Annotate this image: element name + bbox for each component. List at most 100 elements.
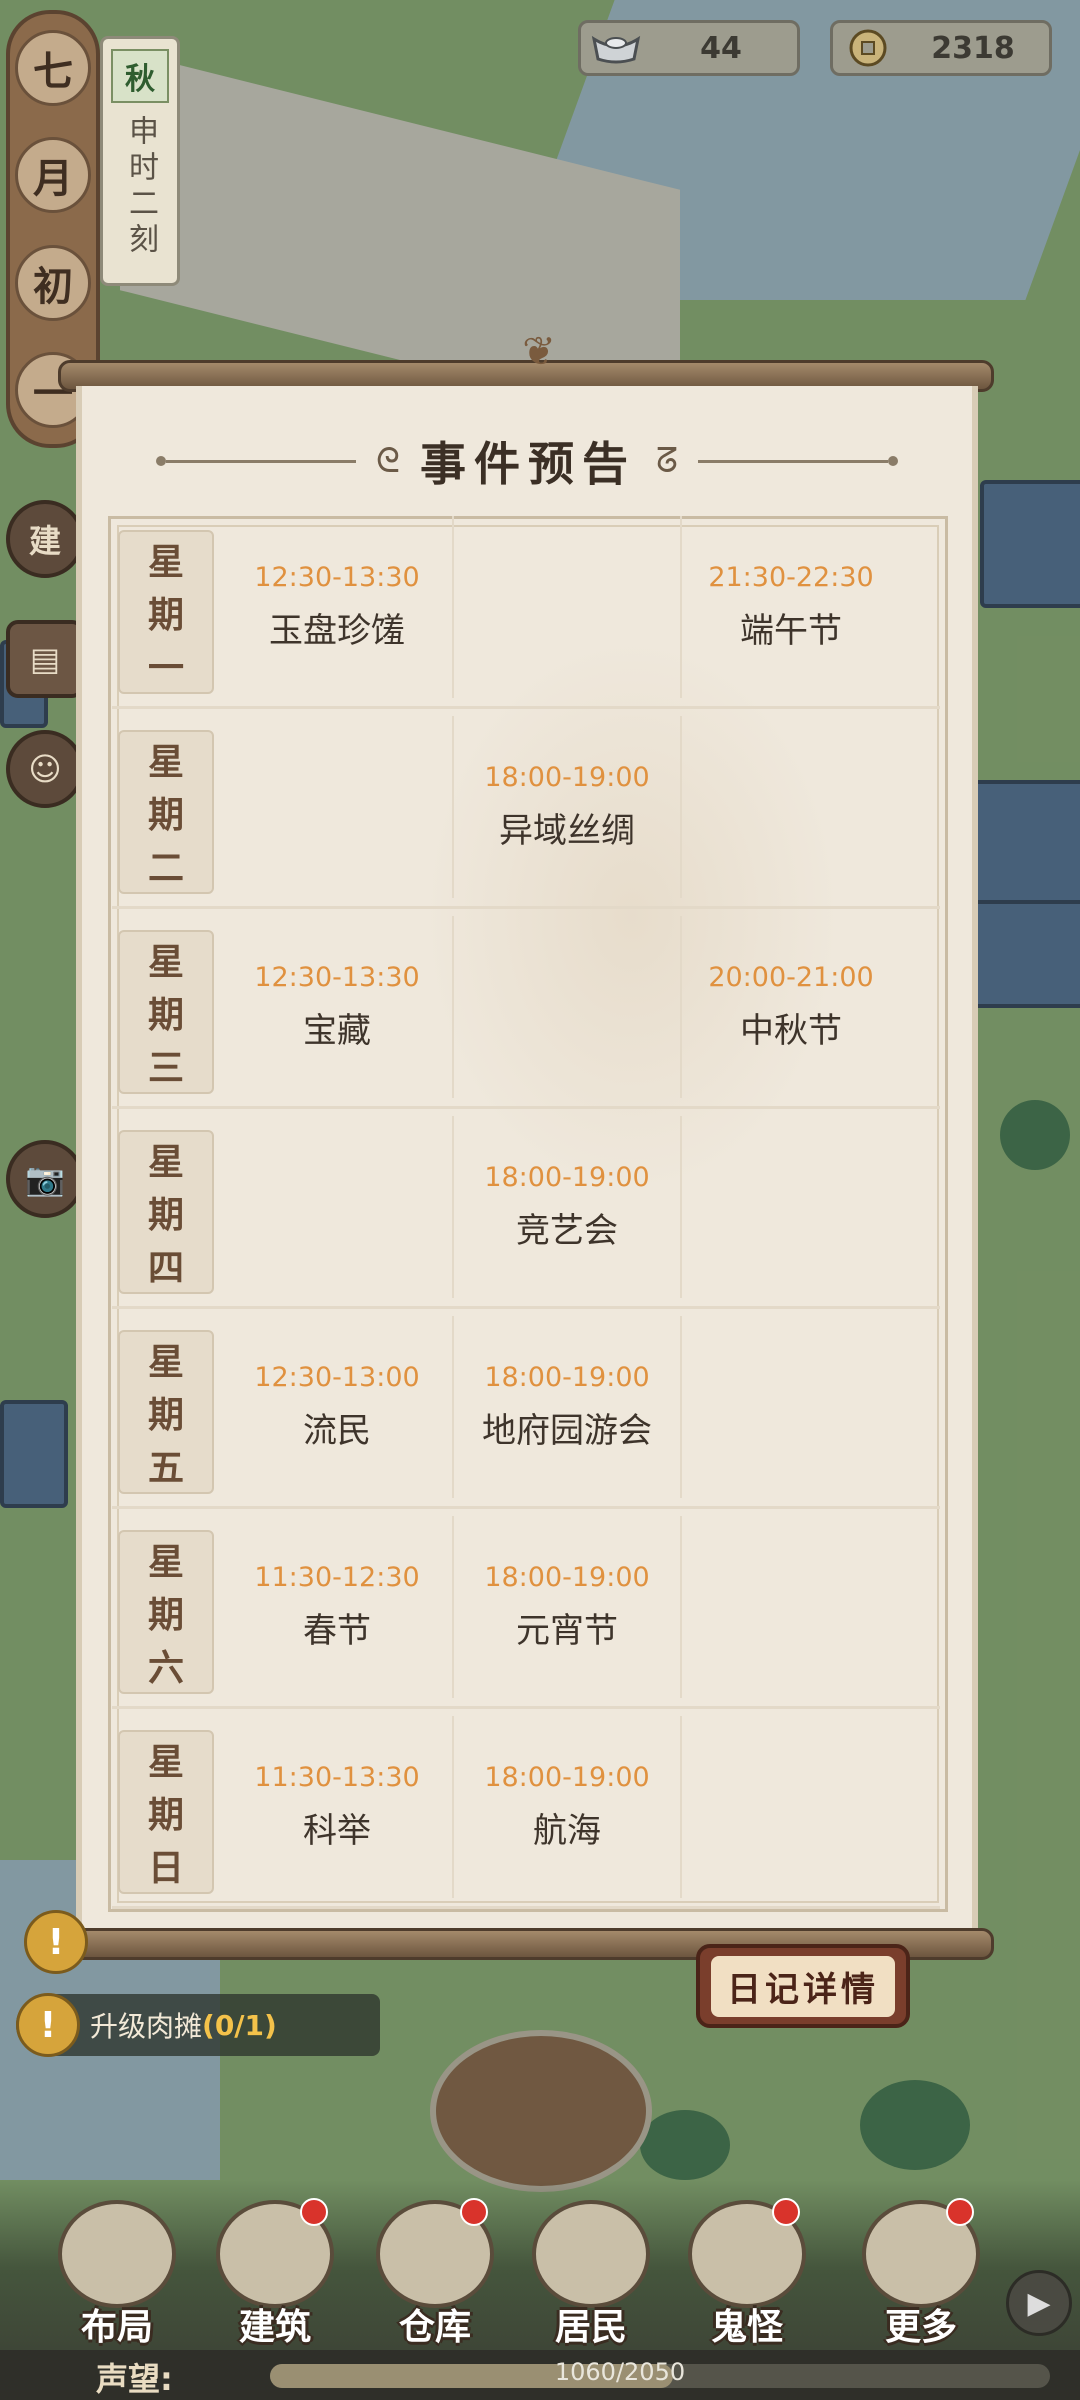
camera-icon: 📷 <box>25 1160 65 1198</box>
event-name: 元宵节 <box>516 1611 618 1651</box>
event-time: 18:00-19:00 <box>484 1162 650 1193</box>
time-label: 申时二刻 <box>123 115 158 259</box>
nav-item[interactable]: 建筑 <box>200 2190 350 2350</box>
nav-label: 鬼怪 <box>710 2307 783 2348</box>
empty-event-cell <box>224 716 450 898</box>
silver-counter[interactable]: 44 <box>578 20 800 76</box>
event-cell[interactable]: 18:00-19:00 异域丝绸 <box>452 716 682 898</box>
day-label: 星期二 <box>118 730 214 894</box>
nav-item[interactable]: 布局 <box>42 2190 192 2350</box>
silver-value: 44 <box>700 30 742 66</box>
notification-badge <box>300 2198 328 2226</box>
day-label: 星期四 <box>118 1130 214 1294</box>
nav-label: 建筑 <box>238 2307 311 2348</box>
day-label: 星期五 <box>118 1330 214 1494</box>
event-time: 12:30-13:30 <box>254 962 420 993</box>
day-label-char: 四 <box>147 1248 184 1290</box>
day-label: 星期六 <box>118 1530 214 1694</box>
day-label-char: 二 <box>147 848 184 890</box>
character-side-button[interactable]: ☺ <box>6 730 84 808</box>
fame-bar: 声望: 1060/2050 <box>0 2350 1080 2400</box>
event-cell[interactable]: 20:00-21:00 中秋节 <box>678 916 904 1098</box>
event-cell[interactable]: 18:00-19:00 地府园游会 <box>452 1316 682 1498</box>
notification-badge <box>772 2198 800 2226</box>
alert-icon[interactable]: ! <box>24 1910 88 1974</box>
copper-coin-icon <box>839 27 897 69</box>
day-label-char: 期 <box>147 794 184 836</box>
nav-item[interactable]: 居民 <box>516 2190 666 2350</box>
event-cell[interactable]: 11:30-13:30 科举 <box>224 1716 450 1898</box>
panel-title: 事件预告 <box>419 437 636 491</box>
camera-button[interactable]: 📷 <box>6 1140 84 1218</box>
nav-item[interactable]: 鬼怪 <box>672 2190 822 2350</box>
notification-badge <box>460 2198 488 2226</box>
date-char: 月 <box>15 137 91 214</box>
quest-alert-icon: ! <box>16 1993 80 2057</box>
empty-event-cell <box>678 1316 904 1498</box>
day-label: 星期一 <box>118 530 214 694</box>
nav-next-arrow-icon[interactable]: ▶ <box>1006 2270 1072 2336</box>
title-ornament-icon: ᘔ <box>655 441 678 481</box>
coin-counter[interactable]: 2318 <box>830 20 1052 76</box>
day-label-char: 星 <box>147 1341 184 1383</box>
title-ornament-icon: ᘓ <box>376 441 400 481</box>
diary-details-label: 日记详情 <box>711 1955 895 2017</box>
event-time: 12:30-13:30 <box>254 562 420 593</box>
fame-label: 声望: <box>96 2360 173 2398</box>
empty-event-cell <box>678 716 904 898</box>
nav-character-icon <box>58 2200 176 2308</box>
event-time: 21:30-22:30 <box>708 562 874 593</box>
empty-event-cell <box>452 916 682 1098</box>
nav-character-icon <box>532 2200 650 2308</box>
day-label-char: 星 <box>147 741 184 783</box>
event-name: 宝藏 <box>303 1011 371 1051</box>
event-cell[interactable]: 12:30-13:30 宝藏 <box>224 916 450 1098</box>
diary-details-button[interactable]: 日记详情 <box>696 1944 910 2028</box>
empty-event-cell <box>678 1116 904 1298</box>
day-row: 星期五 12:30-13:00 流民 18:00-19:00 地府园游会 <box>112 1316 940 1509</box>
event-cell[interactable]: 18:00-19:00 竞艺会 <box>452 1116 682 1298</box>
event-cell[interactable]: 11:30-12:30 春节 <box>224 1516 450 1698</box>
day-label: 星期日 <box>118 1730 214 1894</box>
nav-item[interactable]: 仓库 <box>360 2190 510 2350</box>
nav-item[interactable]: 更多 <box>846 2190 996 2350</box>
event-cell[interactable]: 21:30-22:30 端午节 <box>678 516 904 698</box>
event-name: 端午节 <box>740 611 842 651</box>
character-avatar-icon: ☺ <box>28 750 62 788</box>
quest-tracker[interactable]: ! 升级肉摊 (0/1) <box>16 1993 380 2057</box>
silver-ingot-icon <box>587 27 645 69</box>
panel-title-row: ᘓ 事件预告 ᘔ <box>82 426 972 496</box>
build-side-button[interactable]: 建 <box>6 500 84 578</box>
day-label-char: 日 <box>147 1848 184 1890</box>
day-row: 星期二 18:00-19:00 异域丝绸 <box>112 716 940 909</box>
event-time: 18:00-19:00 <box>484 1362 650 1393</box>
nav-label: 仓库 <box>398 2307 471 2348</box>
day-label-char: 星 <box>147 1141 184 1183</box>
event-time: 18:00-19:00 <box>484 1762 650 1793</box>
day-label-char: 一 <box>147 648 184 690</box>
event-name: 中秋节 <box>740 1011 842 1051</box>
build-side-label: 建 <box>28 522 61 560</box>
empty-event-cell <box>452 516 682 698</box>
day-row: 星期一 12:30-13:30 玉盘珍馐 21:30-22:30 端午节 <box>112 516 940 709</box>
event-name: 地府园游会 <box>482 1411 652 1451</box>
event-cell[interactable]: 12:30-13:30 玉盘珍馐 <box>224 516 450 698</box>
event-cell[interactable]: 18:00-19:00 元宵节 <box>452 1516 682 1698</box>
event-time: 12:30-13:00 <box>254 1362 420 1393</box>
empty-event-cell <box>678 1516 904 1698</box>
event-name: 科举 <box>303 1811 371 1851</box>
notification-badge <box>946 2198 974 2226</box>
season-time-card[interactable]: 秋 申时二刻 <box>100 36 180 286</box>
event-cell[interactable]: 12:30-13:00 流民 <box>224 1316 450 1498</box>
nav-label: 居民 <box>554 2307 627 2348</box>
scroll-knot-icon: ❦ <box>522 329 556 375</box>
nav-label: 布局 <box>80 2307 153 2348</box>
day-label-char: 六 <box>147 1648 184 1690</box>
book-side-button[interactable]: ▤ <box>6 620 84 698</box>
day-label-char: 期 <box>147 1194 184 1236</box>
event-name: 竞艺会 <box>516 1211 618 1251</box>
nav-label: 更多 <box>884 2307 957 2348</box>
day-label-char: 期 <box>147 594 184 636</box>
event-cell[interactable]: 18:00-19:00 航海 <box>452 1716 682 1898</box>
event-name: 航海 <box>533 1811 601 1851</box>
